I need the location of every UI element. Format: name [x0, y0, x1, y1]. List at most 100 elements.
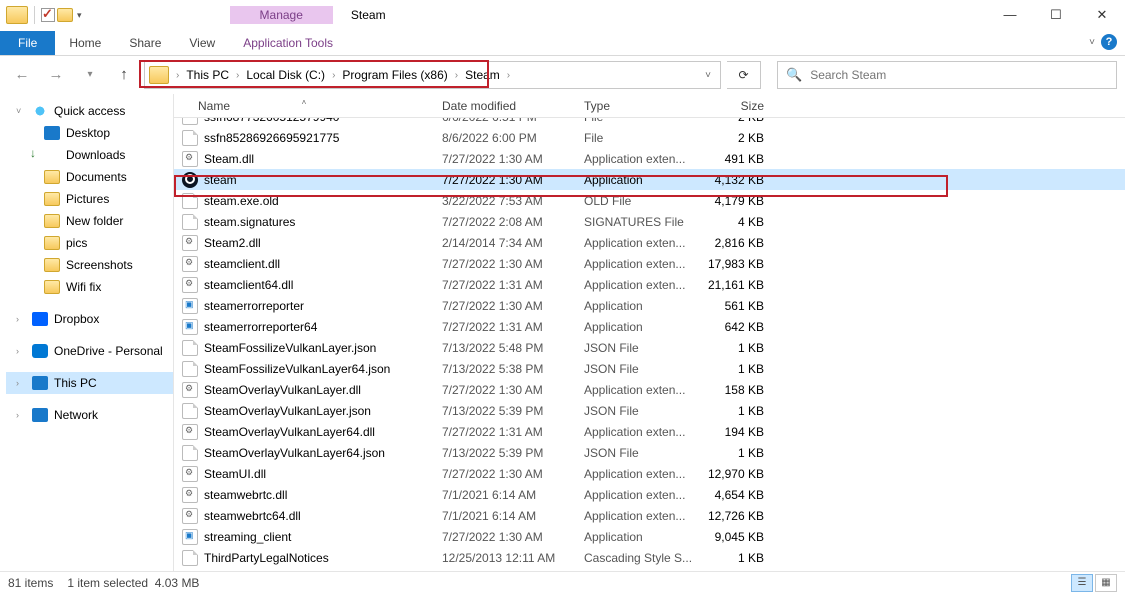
col-type[interactable]: Type: [576, 99, 696, 113]
file-row[interactable]: SteamFossilizeVulkanLayer64.json7/13/202…: [174, 358, 1125, 379]
navigation-pane[interactable]: ˅ Quick access Desktop DownloadsDocuments…: [0, 94, 174, 571]
file-row[interactable]: SteamOverlayVulkanLayer.dll7/27/2022 1:3…: [174, 379, 1125, 400]
file-row[interactable]: steamerrorreporter647/27/2022 1:31 AMApp…: [174, 316, 1125, 337]
recent-locations-caret[interactable]: ▾: [76, 63, 104, 87]
folder-icon: [44, 170, 60, 184]
file-icon: [182, 529, 198, 545]
file-row[interactable]: Steam2.dll2/14/2014 7:34 AMApplication e…: [174, 232, 1125, 253]
file-row[interactable]: steamclient.dll7/27/2022 1:30 AMApplicat…: [174, 253, 1125, 274]
file-size: 1 KB: [696, 404, 770, 418]
up-button[interactable]: ↑: [110, 63, 138, 87]
sidebar-root-onedrive-personal[interactable]: ›OneDrive - Personal: [6, 340, 173, 362]
file-row[interactable]: SteamOverlayVulkanLayer64.dll7/27/2022 1…: [174, 421, 1125, 442]
file-row[interactable]: steam.signatures7/27/2022 2:08 AMSIGNATU…: [174, 211, 1125, 232]
file-row[interactable]: SteamUI.dll7/27/2022 1:30 AMApplication …: [174, 463, 1125, 484]
desktop-icon: [44, 126, 60, 140]
qat-customize-caret[interactable]: ▾: [75, 10, 84, 21]
folder-icon: [44, 236, 60, 250]
sidebar-item[interactable]: Documents: [6, 166, 173, 188]
file-row[interactable]: steam7/27/2022 1:30 AMApplication4,132 K…: [174, 169, 1125, 190]
crumb-root-caret[interactable]: ›: [173, 70, 182, 81]
address-bar[interactable]: › This PC›Local Disk (C:)›Program Files …: [144, 61, 721, 89]
refresh-button[interactable]: ⟳: [727, 61, 761, 89]
sidebar-root-dropbox[interactable]: ›Dropbox: [6, 308, 173, 330]
nav-toolbar: ← → ▾ ↑ › This PC›Local Disk (C:)›Progra…: [0, 56, 1125, 94]
minimize-button[interactable]: —: [987, 0, 1033, 30]
col-name[interactable]: Name ˄: [174, 99, 434, 113]
col-date[interactable]: Date modified: [434, 99, 576, 113]
file-row[interactable]: steamwebrtc.dll7/1/2021 6:14 AMApplicati…: [174, 484, 1125, 505]
sidebar-root-this-pc[interactable]: ›This PC: [6, 372, 173, 394]
ribbon-tab-context[interactable]: Application Tools: [229, 31, 347, 55]
chevron-right-icon[interactable]: ›: [329, 70, 338, 81]
forward-button[interactable]: →: [42, 63, 70, 87]
sidebar-item-label: Desktop: [66, 126, 110, 140]
file-row[interactable]: ssfn687732605125799406/6/2022 6:51 PMFil…: [174, 118, 1125, 127]
close-button[interactable]: ✕: [1079, 0, 1125, 30]
back-button[interactable]: ←: [8, 63, 36, 87]
file-tab[interactable]: File: [0, 31, 55, 55]
folder-icon: [44, 280, 60, 294]
col-size[interactable]: Size: [696, 99, 770, 113]
file-row[interactable]: SteamFossilizeVulkanLayer.json7/13/2022 …: [174, 337, 1125, 358]
breadcrumb-segment[interactable]: Steam: [461, 68, 504, 82]
breadcrumb-segment[interactable]: This PC: [182, 68, 233, 82]
sidebar-item[interactable]: Wifi fix: [6, 276, 173, 298]
explorer-icon[interactable]: [6, 6, 28, 24]
file-row[interactable]: steamclient64.dll7/27/2022 1:31 AMApplic…: [174, 274, 1125, 295]
file-icon: [182, 172, 198, 188]
breadcrumb-segment[interactable]: Program Files (x86): [338, 68, 451, 82]
view-details-button[interactable]: ☰: [1071, 574, 1093, 592]
chevron-right-icon[interactable]: ›: [452, 70, 461, 81]
file-row[interactable]: steamwebrtc64.dll7/1/2021 6:14 AMApplica…: [174, 505, 1125, 526]
chevron-right-icon[interactable]: ›: [504, 70, 513, 81]
file-size: 1 KB: [696, 341, 770, 355]
expand-caret-icon[interactable]: ›: [16, 378, 26, 388]
expand-caret-icon[interactable]: ›: [16, 410, 26, 420]
file-row[interactable]: steamerrorreporter7/27/2022 1:30 AMAppli…: [174, 295, 1125, 316]
title-bar: ▾ Manage Steam — ☐ ✕: [0, 0, 1125, 30]
file-name: SteamFossilizeVulkanLayer.json: [204, 341, 376, 355]
maximize-button[interactable]: ☐: [1033, 0, 1079, 30]
file-row[interactable]: SteamOverlayVulkanLayer64.json7/13/2022 …: [174, 442, 1125, 463]
expand-caret-icon[interactable]: ›: [16, 314, 26, 324]
search-input[interactable]: [810, 68, 1116, 82]
sidebar-quick-access[interactable]: ˅ Quick access: [6, 100, 173, 122]
sidebar-item[interactable]: Pictures: [6, 188, 173, 210]
sidebar-item[interactable]: Screenshots: [6, 254, 173, 276]
address-dropdown-caret[interactable]: ˅: [696, 70, 720, 81]
file-type: Application exten...: [576, 425, 696, 439]
breadcrumb-segment[interactable]: Local Disk (C:): [242, 68, 329, 82]
file-row[interactable]: ssfn852869266959217758/6/2022 6:00 PMFil…: [174, 127, 1125, 148]
sidebar-item[interactable]: Downloads: [6, 144, 173, 166]
file-row[interactable]: SteamOverlayVulkanLayer.json7/13/2022 5:…: [174, 400, 1125, 421]
expand-caret-icon[interactable]: ›: [16, 346, 26, 356]
chevron-right-icon[interactable]: ›: [233, 70, 242, 81]
ribbon-tab[interactable]: View: [175, 31, 229, 55]
file-date: 7/27/2022 1:30 AM: [434, 173, 576, 187]
folder-icon: [44, 192, 60, 206]
sidebar-item[interactable]: New folder: [6, 210, 173, 232]
file-row[interactable]: steam.exe.old3/22/2022 7:53 AMOLD File4,…: [174, 190, 1125, 211]
file-name: SteamUI.dll: [204, 467, 266, 481]
view-large-icons-button[interactable]: ▦: [1095, 574, 1117, 592]
ribbon-tab[interactable]: Home: [55, 31, 115, 55]
file-date: 2/14/2014 7:34 AM: [434, 236, 576, 250]
sidebar-item[interactable]: Desktop: [6, 122, 173, 144]
qat-properties-icon[interactable]: [41, 8, 55, 22]
sidebar-item-label: pics: [66, 236, 87, 250]
file-row[interactable]: ThirdPartyLegalNotices12/25/2013 12:11 A…: [174, 547, 1125, 568]
sidebar-root-network[interactable]: ›Network: [6, 404, 173, 426]
ribbon-tab[interactable]: Share: [115, 31, 175, 55]
status-bar: 81 items 1 item selected 4.03 MB ☰ ▦: [0, 571, 1125, 593]
search-box[interactable]: 🔍: [777, 61, 1117, 89]
help-icon[interactable]: ?: [1101, 34, 1117, 50]
ribbon-collapse-caret[interactable]: ˅: [1089, 37, 1095, 48]
file-row[interactable]: Steam.dll7/27/2022 1:30 AMApplication ex…: [174, 148, 1125, 169]
file-name: steamwebrtc64.dll: [204, 509, 301, 523]
expand-caret-icon[interactable]: ˅: [16, 106, 26, 116]
file-list-pane[interactable]: Name ˄ Date modified Type Size ssfn68773…: [174, 94, 1125, 571]
file-row[interactable]: streaming_client7/27/2022 1:30 AMApplica…: [174, 526, 1125, 547]
sidebar-item[interactable]: pics: [6, 232, 173, 254]
qat-newfolder-icon[interactable]: [57, 8, 73, 22]
